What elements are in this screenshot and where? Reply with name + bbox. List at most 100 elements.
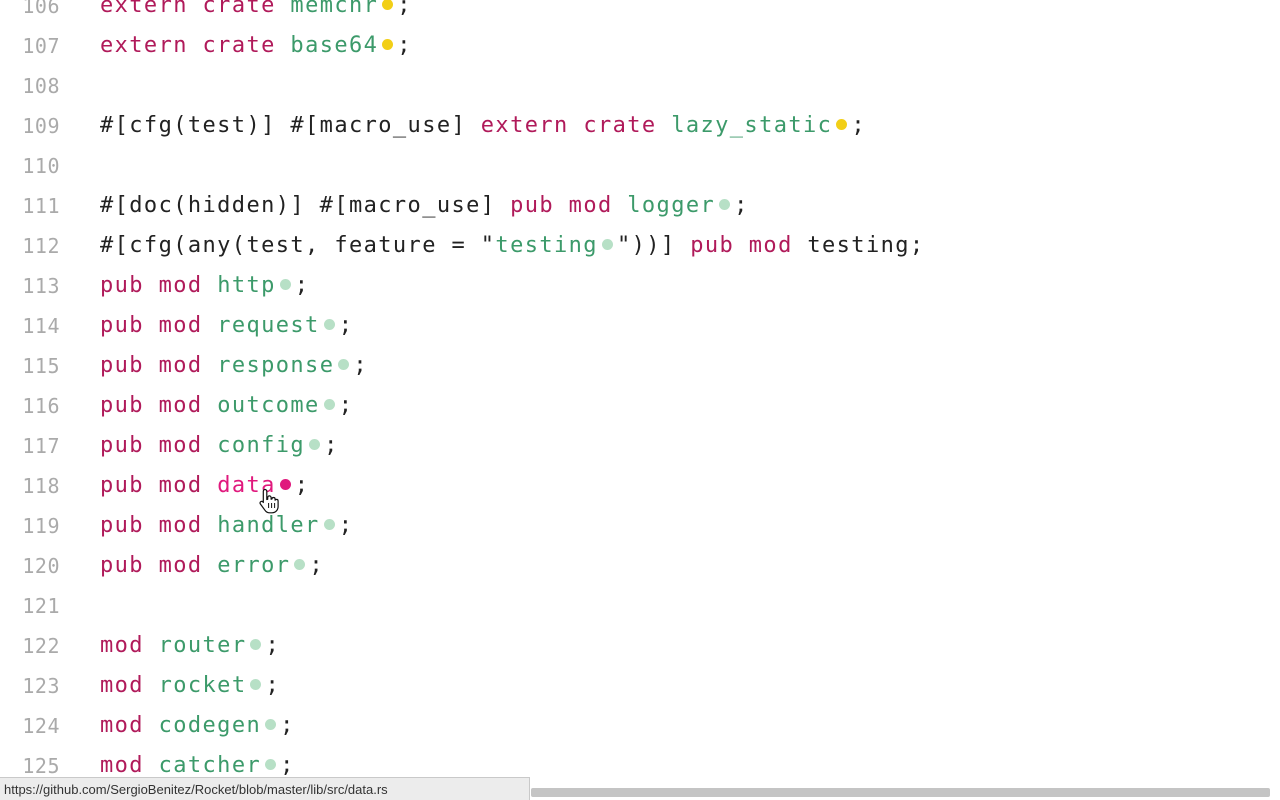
- code-link[interactable]: response: [217, 353, 334, 378]
- code-plain: [144, 473, 159, 498]
- code-keyword: extern: [480, 113, 569, 138]
- code-plain: [203, 313, 218, 338]
- code-view: 106 extern crate memchr; 107 extern crate b…: [0, 0, 1280, 786]
- status-bar-link-url: https://github.com/SergioBenitez/Rocket/…: [0, 777, 530, 800]
- dot-marker-icon: [265, 718, 277, 730]
- code-plain: [203, 513, 218, 538]
- code-text: pub mod outcome;: [100, 386, 353, 426]
- code-plain: [203, 273, 218, 298]
- code-plain: ;: [265, 633, 281, 658]
- code-line: 115 pub mod response;: [0, 346, 1280, 386]
- hand-pointer-icon: [258, 488, 282, 514]
- code-link[interactable]: testing: [495, 233, 598, 258]
- line-number: 123: [22, 674, 60, 698]
- code-plain: ;: [397, 33, 412, 58]
- code-plain: testing;: [792, 233, 925, 258]
- line-number: 106: [22, 0, 60, 18]
- code-text: #[doc(hidden)] #[macro_use] pub mod logg…: [100, 186, 749, 226]
- code-link[interactable]: catcher: [159, 753, 262, 778]
- code-plain: [203, 553, 218, 578]
- dot-marker-icon: [323, 398, 335, 410]
- code-keyword: mod: [158, 273, 203, 298]
- dot-marker-icon: [323, 318, 335, 330]
- code-text: #[cfg(any(test, feature = "testing "))] p…: [100, 226, 925, 266]
- code-plain: [276, 33, 291, 58]
- code-plain: ;: [338, 393, 354, 418]
- code-line: 113 pub mod http;: [0, 266, 1280, 306]
- code-link[interactable]: memchr: [290, 0, 378, 18]
- dot-marker-icon: [323, 518, 335, 530]
- line-number: 119: [22, 514, 60, 538]
- line-number: 108: [22, 74, 60, 98]
- code-text: pub mod handler;: [100, 506, 353, 546]
- code-text: pub mod config;: [100, 426, 339, 466]
- code-link[interactable]: http: [217, 273, 276, 298]
- code-plain: [554, 193, 569, 218]
- code-link[interactable]: rocket: [159, 673, 247, 698]
- code-plain: [144, 313, 159, 338]
- code-plain: ;: [338, 513, 354, 538]
- code-keyword: mod: [748, 233, 793, 258]
- line-number: 122: [22, 634, 60, 658]
- code-plain: #[cfg(any(test, feature = ": [100, 233, 496, 258]
- code-plain: #[cfg(test)] #[macro_use]: [100, 113, 481, 138]
- code-plain: ;: [338, 313, 354, 338]
- line-number: 116: [22, 394, 60, 418]
- code-keyword: pub: [100, 433, 144, 458]
- dot-marker-icon: [279, 278, 291, 290]
- code-link[interactable]: logger: [627, 193, 715, 218]
- code-text: mod codegen;: [100, 706, 295, 746]
- dot-marker-icon: [294, 558, 306, 570]
- line-number: 118: [22, 474, 60, 498]
- code-keyword: mod: [158, 393, 203, 418]
- code-line: 110: [0, 146, 1280, 186]
- code-text: pub mod request;: [100, 306, 353, 346]
- code-keyword: mod: [158, 473, 203, 498]
- code-plain: ;: [851, 113, 866, 138]
- line-number: 110: [22, 154, 60, 178]
- code-line: 109 #[cfg(test)] #[macro_use] extern crat…: [0, 106, 1280, 146]
- horizontal-scrollbar[interactable]: [531, 788, 1270, 797]
- code-plain: [144, 393, 159, 418]
- code-keyword: mod: [100, 713, 144, 738]
- code-plain: [144, 273, 159, 298]
- code-plain: [613, 193, 628, 218]
- code-line: 106 extern crate memchr;: [0, 0, 1280, 26]
- code-plain: [657, 113, 672, 138]
- code-link[interactable]: router: [159, 633, 247, 658]
- code-line: 116 pub mod outcome;: [0, 386, 1280, 426]
- code-keyword: pub: [100, 353, 144, 378]
- code-plain: ;: [324, 433, 339, 458]
- code-link[interactable]: codegen: [159, 713, 262, 738]
- code-line: 112 #[cfg(any(test, feature = "testing "))…: [0, 226, 1280, 266]
- line-number: 111: [22, 194, 60, 218]
- code-keyword: mod: [158, 513, 203, 538]
- dot-marker-icon: [382, 38, 394, 50]
- dot-marker-icon: [250, 638, 262, 650]
- code-plain: [569, 113, 584, 138]
- code-link[interactable]: request: [217, 313, 320, 338]
- code-keyword: mod: [568, 193, 613, 218]
- code-line: 118 pub mod data;: [0, 466, 1280, 506]
- code-line: 108: [0, 66, 1280, 106]
- code-link[interactable]: outcome: [217, 393, 320, 418]
- code-text: pub mod response;: [100, 346, 368, 386]
- code-line: 121: [0, 586, 1280, 626]
- code-plain: [203, 473, 218, 498]
- code-link[interactable]: base64: [290, 33, 378, 58]
- code-link[interactable]: error: [217, 553, 290, 578]
- code-plain: ;: [353, 353, 369, 378]
- code-link[interactable]: handler: [217, 513, 320, 538]
- code-plain: ;: [280, 713, 295, 738]
- code-text: mod rocket;: [100, 666, 280, 706]
- code-keyword: extern: [100, 33, 188, 58]
- code-plain: ;: [397, 0, 412, 18]
- code-link[interactable]: lazy_static: [671, 113, 832, 138]
- code-plain: [144, 513, 159, 538]
- code-keyword: pub: [100, 313, 144, 338]
- code-keyword: pub: [100, 393, 144, 418]
- code-keyword: mod: [100, 673, 144, 698]
- code-link[interactable]: config: [217, 433, 305, 458]
- code-text: #[cfg(test)] #[macro_use] extern crate l…: [100, 106, 866, 146]
- code-line: 124 mod codegen;: [0, 706, 1280, 746]
